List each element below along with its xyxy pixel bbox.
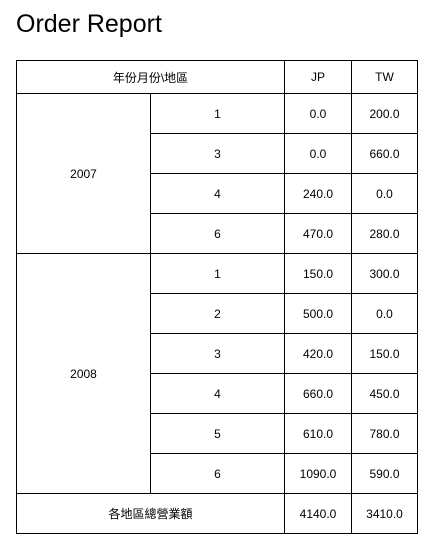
corner-header-cell: 年份月份\地區 [16,60,285,94]
month-cell: 4 [150,173,285,214]
month-cell: 2 [150,293,285,334]
value-cell-tw: 780.0 [351,413,418,454]
value-cell-jp: 0.0 [284,93,352,134]
value-cell-tw: 0.0 [351,293,418,334]
total-row: 各地區總營業額 4140.0 3410.0 [16,493,418,534]
month-cell: 1 [150,93,285,134]
table-header-row: 年份月份\地區 JP TW [16,60,418,94]
value-cell-jp: 470.0 [284,213,352,254]
value-cell-tw: 660.0 [351,133,418,174]
value-cell-jp: 0.0 [284,133,352,174]
month-cell: 1 [150,253,285,294]
column-header-tw: TW [351,60,418,94]
value-cell-tw: 300.0 [351,253,418,294]
value-cell-jp: 150.0 [284,253,352,294]
table-row: 2008 1 150.0 300.0 [16,253,418,494]
value-cell-tw: 200.0 [351,93,418,134]
order-report-table: 年份月份\地區 JP TW 2007 1 0.0 200.0 3 0.0 660… [16,60,418,534]
column-header-jp: JP [284,60,352,94]
page-title: Order Report [16,10,162,38]
month-cell: 4 [150,373,285,414]
month-cell: 3 [150,133,285,174]
value-cell-tw: 0.0 [351,173,418,214]
month-cell: 5 [150,413,285,454]
value-cell-tw: 150.0 [351,333,418,374]
value-cell-tw: 590.0 [351,453,418,494]
total-label-cell: 各地區總營業額 [16,493,285,534]
total-cell-jp: 4140.0 [284,493,352,534]
value-cell-jp: 420.0 [284,333,352,374]
table-row: 2007 1 0.0 200.0 [16,93,418,254]
value-cell-jp: 500.0 [284,293,352,334]
value-cell-jp: 660.0 [284,373,352,414]
month-cell: 6 [150,453,285,494]
value-cell-tw: 280.0 [351,213,418,254]
year-cell: 2008 [16,253,151,494]
value-cell-jp: 1090.0 [284,453,352,494]
month-cell: 6 [150,213,285,254]
month-cell: 3 [150,333,285,374]
total-cell-tw: 3410.0 [351,493,418,534]
value-cell-tw: 450.0 [351,373,418,414]
value-cell-jp: 610.0 [284,413,352,454]
value-cell-jp: 240.0 [284,173,352,214]
year-cell: 2007 [16,93,151,254]
